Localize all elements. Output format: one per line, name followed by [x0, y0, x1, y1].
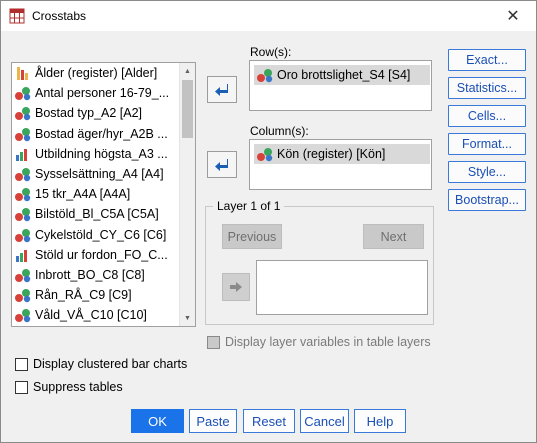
nominal-variable-icon — [15, 168, 31, 182]
nominal-variable-icon — [15, 289, 31, 303]
help-button[interactable]: Help — [354, 409, 406, 433]
reset-button[interactable]: Reset — [243, 409, 295, 433]
nominal-variable-icon — [15, 268, 31, 283]
variable-list-item[interactable]: Rån_RÅ_C9 [C9] — [12, 285, 180, 305]
close-button[interactable]: ✕ — [490, 1, 536, 31]
ordinal-variable-icon — [257, 69, 273, 83]
statistics-button[interactable]: Statistics... — [448, 77, 526, 99]
nominal-variable-icon — [15, 188, 31, 202]
nominal-variable-icon — [257, 148, 273, 162]
title-bar: Crosstabs ✕ — [1, 1, 536, 31]
variable-list-scrollbar[interactable]: ▲ ▼ — [179, 63, 195, 326]
nominal-variable-icon — [15, 107, 31, 121]
previous-layer-button[interactable]: Previous — [222, 224, 282, 249]
spss-app-icon — [9, 8, 25, 24]
close-icon: ✕ — [506, 8, 520, 25]
variable-label: Rån_RÅ_C9 [C9] — [35, 288, 132, 303]
variable-label: Stöld ur fordon_FO_C... — [35, 247, 168, 262]
variable-list-item[interactable]: Bostad typ_A2 [A2] — [12, 103, 180, 123]
rows-item[interactable]: Oro brottslighet_S4 [S4] — [254, 65, 430, 85]
arrow-left-icon — [215, 158, 228, 171]
window-title: Crosstabs — [32, 9, 87, 23]
crosstabs-dialog: Crosstabs ✕ Ålder (register) [Alder] Anta… — [0, 0, 537, 443]
variable-list-item[interactable]: Bostad äger/hyr_A2B ... — [12, 124, 180, 144]
variable-label: 15 tkr_A4A [A4A] — [35, 187, 131, 202]
arrow-left-icon — [215, 83, 228, 96]
variable-label: Sysselsättning_A4 [A4] — [35, 167, 164, 182]
variable-list-item[interactable]: Inbrott_BO_C8 [C8] — [12, 265, 180, 285]
paste-button[interactable]: Paste — [189, 409, 237, 433]
variable-label: Bostad typ_A2 [A2] — [35, 106, 143, 121]
scroll-thumb[interactable] — [182, 80, 193, 138]
variable-label: Cykelstöld_CY_C6 [C6] — [35, 227, 167, 242]
variable-label: Ålder (register) [Alder] — [35, 66, 158, 81]
columns-item-label: Kön (register) [Kön] — [277, 147, 386, 161]
nominal-variable-icon — [15, 228, 31, 242]
exact-button[interactable]: Exact... — [448, 49, 526, 71]
suppress-tables-checkbox[interactable] — [15, 381, 28, 394]
format-button[interactable]: Format... — [448, 133, 526, 155]
variable-label: Utbildning högsta_A3 ... — [35, 146, 168, 161]
variable-list-item[interactable]: Bilstöld_Bl_C5A [C5A] — [12, 204, 180, 224]
move-to-layer-button[interactable] — [222, 273, 250, 301]
variable-list-item[interactable]: Cykelstöld_CY_C6 [C6] — [12, 225, 180, 245]
variable-label: Bilstöld_Bl_C5A [C5A] — [35, 207, 159, 222]
variable-list-item[interactable]: Sysselsättning_A4 [A4] — [12, 164, 180, 184]
cells-button[interactable]: Cells... — [448, 105, 526, 127]
nominal-variable-icon — [15, 127, 31, 141]
rows-label: Row(s): — [250, 45, 292, 59]
scroll-up-icon[interactable]: ▲ — [180, 63, 195, 79]
style-button[interactable]: Style... — [448, 161, 526, 183]
clustered-bar-label: Display clustered bar charts — [33, 357, 188, 371]
variable-label: Inbrott_BO_C8 [C8] — [35, 267, 145, 282]
columns-label: Column(s): — [250, 124, 309, 138]
scroll-down-icon[interactable]: ▼ — [180, 310, 195, 326]
layer-title: Layer 1 of 1 — [213, 199, 285, 213]
columns-target-list[interactable]: Kön (register) [Kön] — [249, 139, 432, 190]
nominal-variable-icon — [15, 87, 31, 101]
suppress-tables-label: Suppress tables — [33, 380, 123, 394]
ordinal-variable-icon — [16, 148, 27, 161]
variable-list-item[interactable]: Antal personer 16-79_... — [12, 83, 180, 103]
variable-list-item[interactable]: Ålder (register) [Alder] — [12, 63, 180, 83]
ordinal-variable-icon — [16, 249, 27, 262]
next-layer-button[interactable]: Next — [363, 224, 424, 249]
move-to-rows-button[interactable] — [207, 76, 237, 103]
display-layer-vars-label: Display layer variables in table layers — [225, 335, 431, 349]
ok-button[interactable]: OK — [131, 409, 184, 433]
clustered-bar-checkbox[interactable] — [15, 358, 28, 371]
columns-item[interactable]: Kön (register) [Kön] — [254, 144, 430, 164]
bootstrap-button[interactable]: Bootstrap... — [448, 189, 526, 211]
layer-target-list[interactable] — [256, 260, 428, 315]
variable-list-item[interactable]: Våld_VÅ_C10 [C10] — [12, 305, 180, 325]
scale-variable-icon — [17, 67, 28, 81]
display-layer-vars-checkbox[interactable] — [207, 336, 220, 349]
rows-item-label: Oro brottslighet_S4 [S4] — [277, 68, 411, 82]
variable-items: Ålder (register) [Alder] Antal personer 1… — [12, 63, 180, 325]
arrow-right-icon — [230, 282, 242, 292]
source-variable-list[interactable]: Ålder (register) [Alder] Antal personer 1… — [11, 62, 196, 327]
rows-target-list[interactable]: Oro brottslighet_S4 [S4] — [249, 60, 432, 111]
cancel-button[interactable]: Cancel — [300, 409, 349, 433]
variable-list-item[interactable]: Utbildning högsta_A3 ... — [12, 144, 180, 164]
variable-label: Våld_VÅ_C10 [C10] — [35, 308, 147, 323]
variable-label: Antal personer 16-79_... — [35, 86, 170, 101]
nominal-variable-icon — [15, 309, 31, 323]
variable-label: Bostad äger/hyr_A2B ... — [35, 126, 168, 141]
variable-list-item[interactable]: 15 tkr_A4A [A4A] — [12, 184, 180, 204]
nominal-variable-icon — [15, 208, 31, 222]
variable-list-item[interactable]: Stöld ur fordon_FO_C... — [12, 245, 180, 265]
move-to-columns-button[interactable] — [207, 151, 237, 178]
